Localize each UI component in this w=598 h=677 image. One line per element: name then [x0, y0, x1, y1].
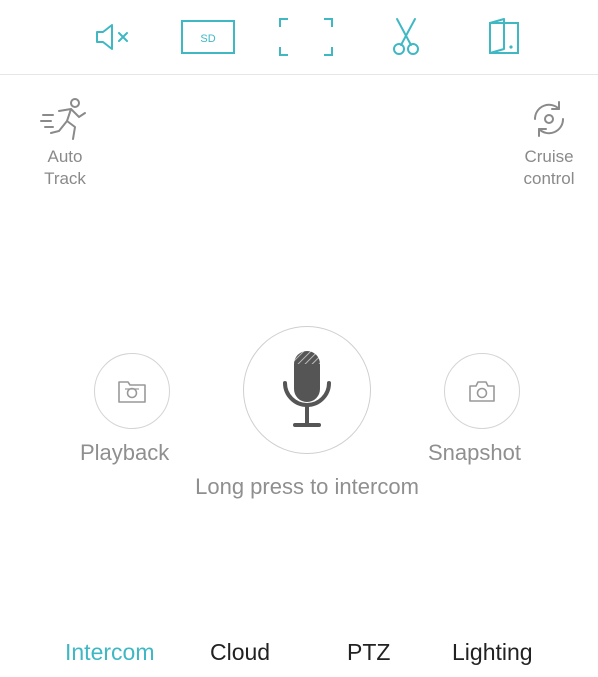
cruise-control-label: Cruise control: [523, 147, 575, 188]
fullscreen-icon: [279, 18, 333, 56]
playback-button[interactable]: [94, 353, 170, 429]
running-man-icon: [40, 98, 86, 140]
tab-ptz[interactable]: PTZ: [347, 627, 390, 677]
snapshot-label: Snapshot: [428, 440, 521, 465]
intercom-mic-button[interactable]: [243, 326, 371, 454]
auto-track-button[interactable]: Auto Track: [20, 92, 110, 190]
fullscreen-button[interactable]: [278, 14, 334, 60]
tab-lighting[interactable]: Lighting: [452, 627, 533, 677]
clip-button[interactable]: [378, 14, 434, 60]
scissors-icon: [393, 18, 419, 55]
tab-intercom[interactable]: Intercom: [65, 627, 154, 677]
mute-button[interactable]: [86, 14, 142, 60]
door-button[interactable]: [476, 14, 532, 60]
top-toolbar: SD: [0, 0, 598, 75]
bottom-tab-bar: Intercom Cloud PTZ Lighting: [0, 627, 598, 677]
camera-icon: [469, 381, 495, 402]
playback-label: Playback: [80, 440, 170, 465]
quality-label: SD: [200, 33, 215, 45]
door-icon: [489, 18, 519, 54]
microphone-icon: [283, 351, 331, 427]
cruise-control-button[interactable]: Cruise control: [504, 92, 594, 190]
intercom-hint: Long press to intercom: [195, 474, 419, 499]
sd-quality-icon: SD: [181, 20, 235, 54]
snapshot-button[interactable]: [444, 353, 520, 429]
auto-track-label: Auto Track: [44, 147, 86, 188]
playback-folder-icon: [118, 381, 146, 403]
speaker-muted-icon: [96, 24, 128, 50]
tab-cloud[interactable]: Cloud: [210, 627, 270, 677]
quality-button[interactable]: SD: [180, 14, 236, 60]
rotate-cycle-icon: [533, 101, 565, 137]
